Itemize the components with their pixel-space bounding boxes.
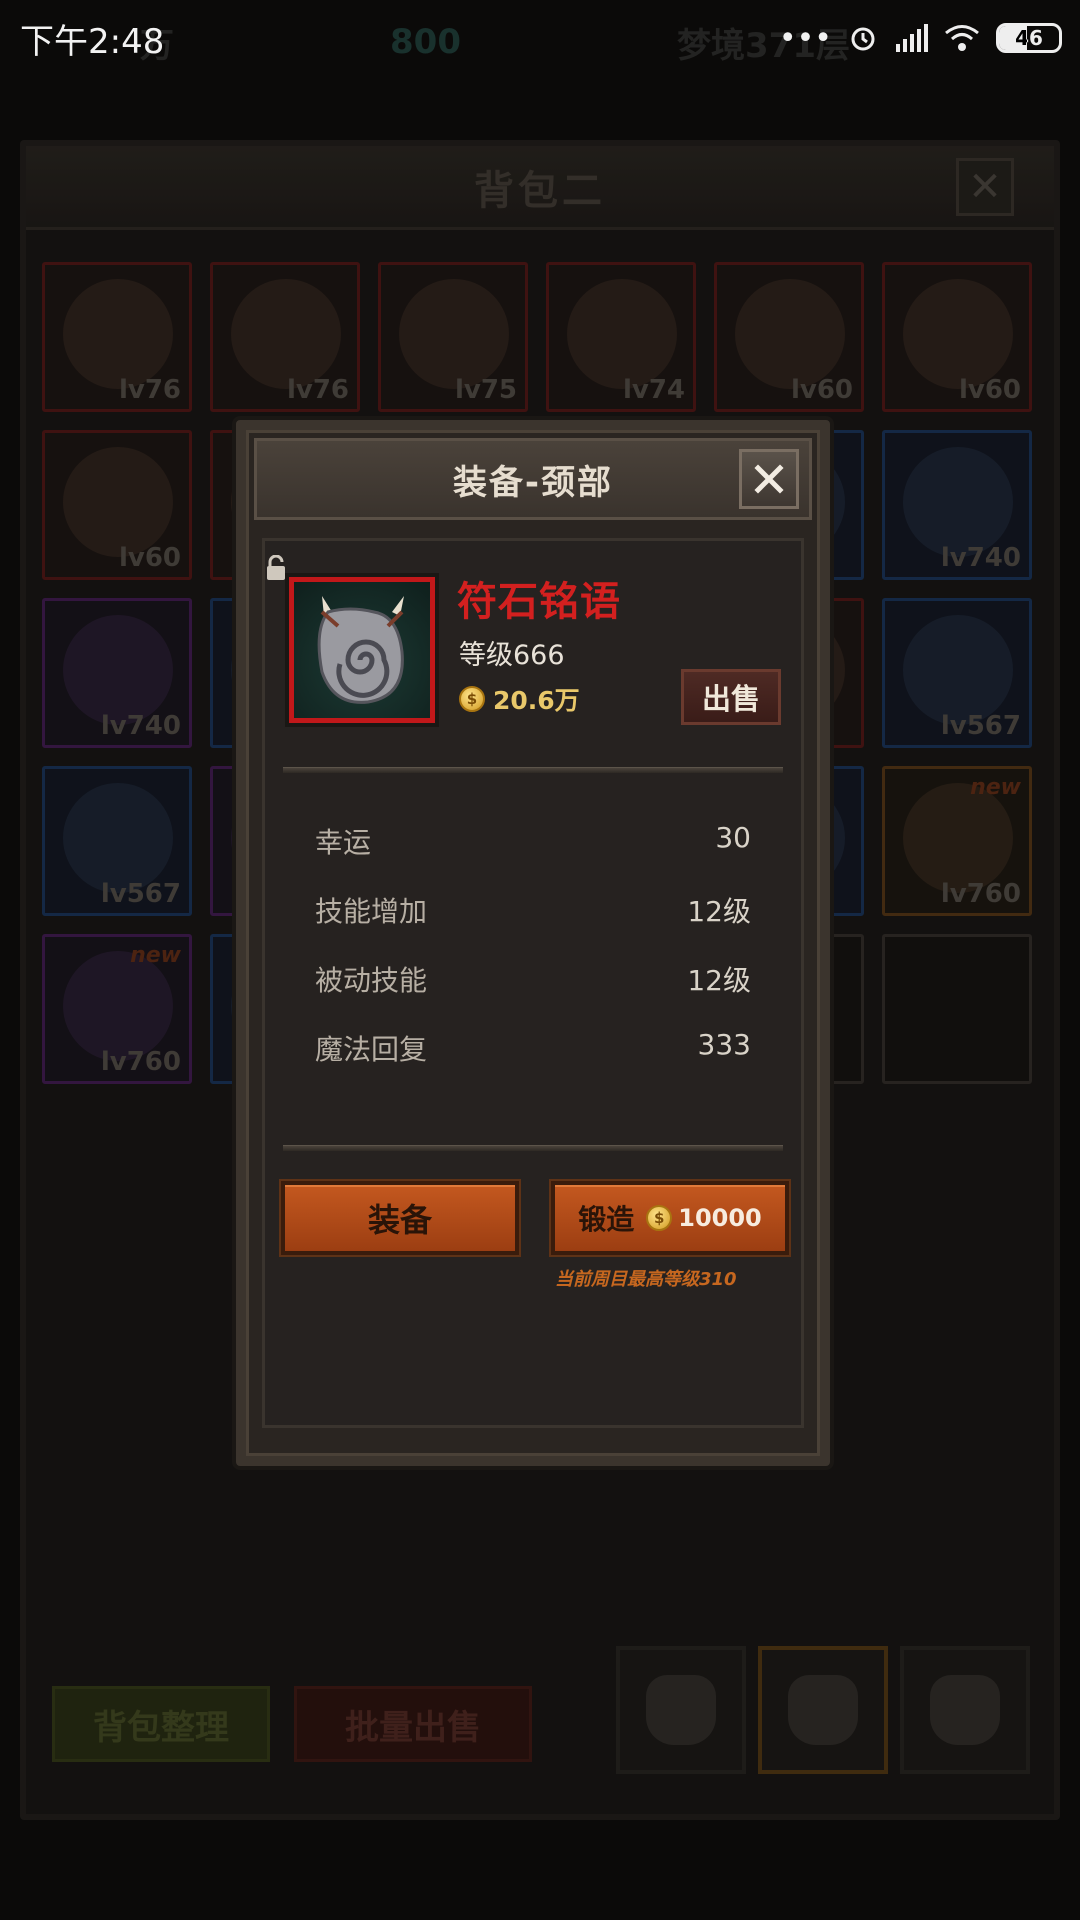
modal-title: 装备-颈部 xyxy=(452,462,614,503)
stat-name: 魔法回复 xyxy=(315,1033,428,1066)
alarm-icon xyxy=(851,27,875,51)
forge-label: 锻造 xyxy=(578,1203,635,1236)
battery-icon: 46 xyxy=(996,23,1062,53)
wifi-icon xyxy=(945,25,979,51)
forge-level-note: 当前周目最高等级310 xyxy=(555,1269,737,1290)
equip-button[interactable]: 装备 xyxy=(281,1181,519,1255)
sell-button[interactable]: 出售 xyxy=(681,669,781,725)
stat-value: 333 xyxy=(697,1028,751,1061)
stat-row: 被动技能 12级 xyxy=(315,959,751,999)
item-icon-frame xyxy=(289,577,435,723)
stat-row: 幸运 30 xyxy=(315,821,751,861)
status-icons: ••• 46 xyxy=(779,21,1062,56)
item-name: 符石铭语 xyxy=(457,579,621,625)
forge-cost: $ 10000 xyxy=(646,1204,762,1232)
more-icon: ••• xyxy=(778,20,832,56)
lock-icon[interactable] xyxy=(265,555,287,581)
stat-value: 12级 xyxy=(687,895,751,928)
forge-button[interactable]: 锻造 $ 10000 xyxy=(551,1181,789,1255)
stat-name: 幸运 xyxy=(315,826,372,859)
divider-top xyxy=(283,767,783,773)
divider-bottom xyxy=(283,1145,783,1151)
modal-body: 符石铭语 等级666 $ 20.6万 出售 幸运 30 技能增加 12级 被动技能 12级… xyxy=(262,538,804,1428)
item-price-value: 20.6万 xyxy=(493,686,580,715)
equipment-detail-modal: 装备-颈部 符石铭语 等级666 $ 20.6万 出售 幸运 30 技能增加 1… xyxy=(236,420,830,1466)
coin-icon: $ xyxy=(646,1205,673,1231)
item-price: $ 20.6万 xyxy=(459,681,580,717)
stat-value: 30 xyxy=(715,821,751,854)
stat-row: 魔法回复 333 xyxy=(315,1028,751,1068)
forge-cost-value: 10000 xyxy=(678,1204,762,1232)
signal-icon xyxy=(896,24,928,52)
stat-name: 被动技能 xyxy=(315,964,428,997)
stat-row: 技能增加 12级 xyxy=(315,890,751,930)
coin-icon: $ xyxy=(459,686,485,712)
status-bar: 下午2:48 ••• 46 xyxy=(0,0,1080,76)
close-icon xyxy=(754,464,784,494)
modal-header: 装备-颈部 xyxy=(254,438,812,520)
modal-close-button[interactable] xyxy=(739,449,799,509)
stat-name: 技能增加 xyxy=(315,895,428,928)
stat-value: 12级 xyxy=(687,964,751,997)
status-time: 下午2:48 xyxy=(20,21,165,62)
battery-level: 46 xyxy=(1015,26,1043,50)
rune-stone-icon xyxy=(317,596,404,704)
item-level: 等级666 xyxy=(459,640,565,671)
